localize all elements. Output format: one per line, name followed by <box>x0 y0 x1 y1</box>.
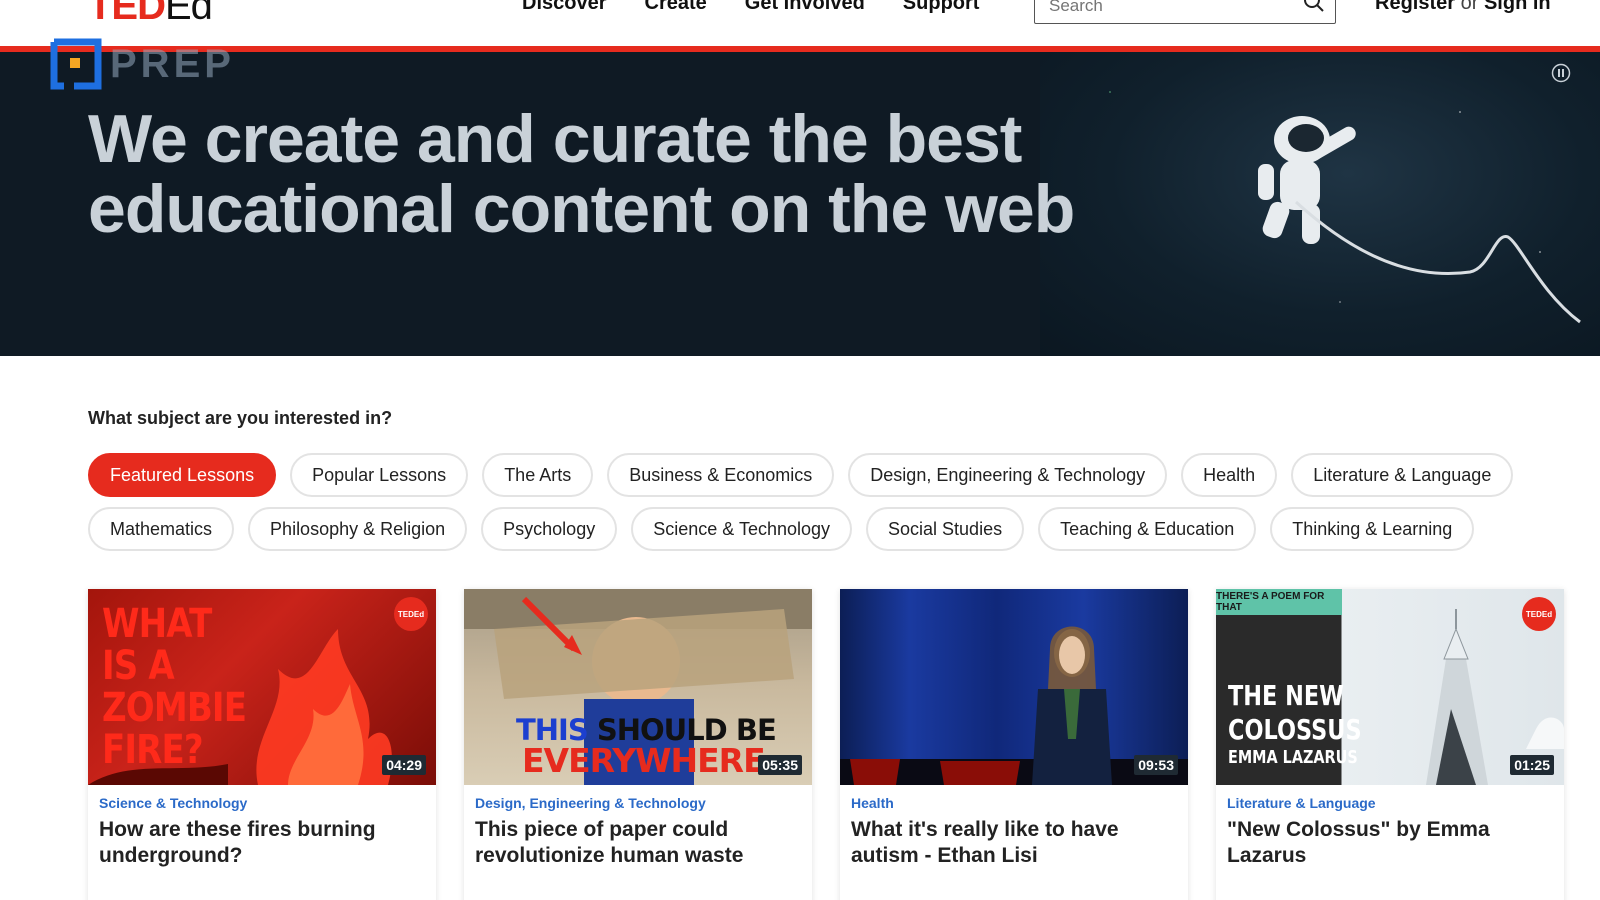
thumb-author: EMMA LAZARUS <box>1228 747 1358 768</box>
video-duration: 05:35 <box>758 755 802 775</box>
lesson-title[interactable]: "New Colossus" by Emma Lazarus <box>1227 817 1553 869</box>
subject-pill-thinking-learning[interactable]: Thinking & Learning <box>1270 507 1475 551</box>
lesson-thumbnail[interactable]: 09:53 <box>840 589 1188 785</box>
subject-pill-psychology[interactable]: Psychology <box>481 507 618 551</box>
signin-link[interactable]: Sign in <box>1484 0 1551 14</box>
subject-pill-business-economics[interactable]: Business & Economics <box>607 453 835 497</box>
video-duration: 01:25 <box>1510 755 1554 775</box>
lesson-category[interactable]: Health <box>851 795 894 811</box>
subject-pill-health[interactable]: Health <box>1181 453 1278 497</box>
video-duration: 04:29 <box>382 755 426 775</box>
lesson-thumbnail[interactable]: THIS SHOULD BE EVERYWHERE 05:35 <box>464 589 812 785</box>
nav-create[interactable]: Create <box>645 0 707 15</box>
lesson-card[interactable]: WHAT IS A ZOMBIE FIRE? TEDEd 04:29 Scien… <box>88 589 436 900</box>
pause-icon[interactable] <box>1551 63 1571 88</box>
lesson-card[interactable]: THERE'S A POEM FOR THAT THE NEW COLOSSUS… <box>1216 589 1564 900</box>
hero-banner: We create and curate the best educationa… <box>0 52 1600 356</box>
search-box <box>1034 0 1336 24</box>
lesson-category[interactable]: Literature & Language <box>1227 795 1376 811</box>
watermark-text: PREP <box>110 41 235 86</box>
subject-pills-row-1: Featured Lessons Popular Lessons The Art… <box>88 453 1514 497</box>
subject-pill-featured-lessons[interactable]: Featured Lessons <box>88 453 277 497</box>
main-nav: Discover Create Get Involved Support <box>522 0 979 15</box>
subject-pill-philosophy-religion[interactable]: Philosophy & Religion <box>248 507 468 551</box>
nav-get-involved[interactable]: Get Involved <box>745 0 865 15</box>
subject-pills-row-2: Mathematics Philosophy & Religion Psycho… <box>88 507 1475 551</box>
lesson-thumbnail[interactable]: THERE'S A POEM FOR THAT THE NEW COLOSSUS… <box>1216 589 1564 785</box>
search-input[interactable] <box>1049 0 1299 21</box>
thumb-title: WHAT IS A ZOMBIE FIRE? <box>102 601 247 773</box>
subject-pill-design-engineering-technology[interactable]: Design, Engineering & Technology <box>848 453 1168 497</box>
logo-ed: Ed <box>165 0 213 28</box>
hero-headline: We create and curate the best educationa… <box>88 101 1075 247</box>
prep-watermark: PREP <box>50 38 235 90</box>
ted-ed-badge: TEDEd <box>394 597 428 631</box>
lesson-category[interactable]: Design, Engineering & Technology <box>475 795 706 811</box>
subject-pill-social-studies[interactable]: Social Studies <box>866 507 1025 551</box>
lesson-title[interactable]: What it's really like to have autism - E… <box>851 817 1177 869</box>
subject-pill-the-arts[interactable]: The Arts <box>482 453 594 497</box>
subject-pill-teaching-education[interactable]: Teaching & Education <box>1038 507 1257 551</box>
thumb-title: THE NEW COLOSSUS <box>1228 679 1362 746</box>
lesson-title[interactable]: This piece of paper could revolutionize … <box>475 817 801 869</box>
lesson-cards: WHAT IS A ZOMBIE FIRE? TEDEd 04:29 Scien… <box>88 589 1564 900</box>
prep-logo-icon <box>50 38 102 90</box>
astronaut-illustration <box>1040 52 1600 356</box>
lesson-title[interactable]: How are these fires burning underground? <box>99 817 425 869</box>
thumb-line-2: EVERYWHERE <box>522 741 766 780</box>
site-header: TEDEd Discover Create Get Involved Suppo… <box>0 0 1600 48</box>
subject-pill-science-technology[interactable]: Science & Technology <box>631 507 853 551</box>
logo-ted: TED <box>88 0 166 28</box>
lesson-card[interactable]: THIS SHOULD BE EVERYWHERE 05:35 Design, … <box>464 589 812 900</box>
subject-pill-literature-language[interactable]: Literature & Language <box>1291 453 1514 497</box>
ted-ed-logo[interactable]: TEDEd <box>88 0 213 28</box>
subject-question: What subject are you interested in? <box>88 408 393 428</box>
subject-pill-popular-lessons[interactable]: Popular Lessons <box>290 453 469 497</box>
nav-discover[interactable]: Discover <box>522 0 607 15</box>
ted-ed-badge: TEDEd <box>1522 597 1556 631</box>
auth-or: or <box>1460 0 1479 14</box>
lesson-category[interactable]: Science & Technology <box>99 795 247 811</box>
auth-links: Register or Sign in <box>1375 0 1551 15</box>
search-icon[interactable] <box>1303 0 1325 18</box>
subject-pill-mathematics[interactable]: Mathematics <box>88 507 235 551</box>
register-link[interactable]: Register <box>1375 0 1455 14</box>
lesson-card[interactable]: 09:53 Health What it's really like to ha… <box>840 589 1188 900</box>
nav-support[interactable]: Support <box>903 0 980 15</box>
video-duration: 09:53 <box>1134 755 1178 775</box>
lesson-thumbnail[interactable]: WHAT IS A ZOMBIE FIRE? TEDEd 04:29 <box>88 589 436 785</box>
poem-series-tag: THERE'S A POEM FOR THAT <box>1216 589 1342 615</box>
